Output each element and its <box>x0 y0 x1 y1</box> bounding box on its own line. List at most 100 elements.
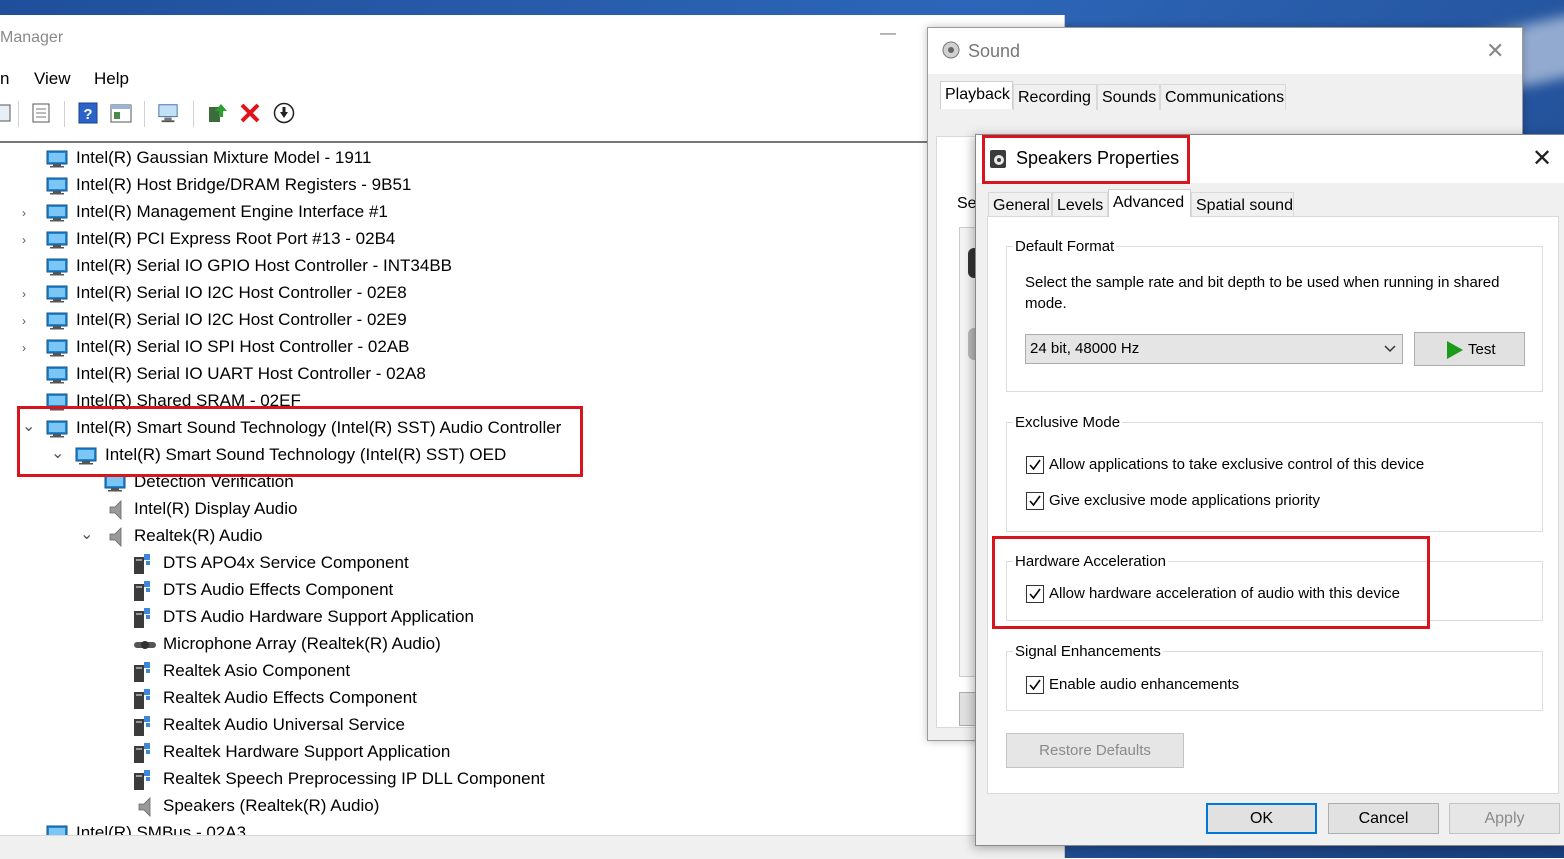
tree-row-label: Realtek Speech Preprocessing IP DLL Comp… <box>163 769 545 788</box>
tree-row[interactable]: Realtek Asio Component <box>0 658 920 685</box>
expand-chevron-icon[interactable]: › <box>22 206 32 220</box>
tab-general[interactable]: General <box>988 192 1052 218</box>
tree-row[interactable]: DTS Audio Effects Component <box>0 577 920 604</box>
tree-row[interactable]: DTS APO4x Service Component <box>0 550 920 577</box>
device-manager-title: Manager <box>0 29 64 46</box>
tree-row[interactable]: Microphone Array (Realtek(R) Audio) <box>0 631 920 658</box>
monitor-icon <box>46 285 68 303</box>
tree-row[interactable]: Speakers (Realtek(R) Audio) <box>0 793 920 820</box>
tree-row-label: Intel(R) Serial IO I2C Host Controller -… <box>76 283 407 302</box>
tab-spatial-sound[interactable]: Spatial sound <box>1191 192 1294 218</box>
tree-row[interactable]: › Intel(R) Serial IO I2C Host Controller … <box>0 280 920 307</box>
scan-hardware-icon[interactable] <box>157 102 179 124</box>
tree-row[interactable]: Realtek Audio Universal Service <box>0 712 920 739</box>
minimize-button[interactable]: — <box>880 25 896 43</box>
menu-help[interactable]: Help <box>94 69 129 89</box>
tree-row[interactable]: Intel(R) Gaussian Mixture Model - 1911 <box>0 145 920 172</box>
component-icon <box>133 769 151 791</box>
tree-row[interactable]: Realtek Audio Effects Component <box>0 685 920 712</box>
tree-row[interactable]: Realtek Speech Preprocessing IP DLL Comp… <box>0 766 920 793</box>
advanced-panel: Default Format Select the sample rate an… <box>987 216 1559 794</box>
tree-row[interactable]: DTS Audio Hardware Support Application <box>0 604 920 631</box>
tab-communications[interactable]: Communications <box>1160 84 1286 110</box>
toolbar-separator <box>64 101 65 127</box>
tree-row-label: Intel(R) Display Audio <box>134 499 298 518</box>
expand-chevron-icon[interactable]: › <box>22 314 32 328</box>
sample-rate-dropdown[interactable]: 24 bit, 48000 Hz <box>1025 334 1403 364</box>
highlight-box-hw-accel <box>992 536 1430 629</box>
tab-advanced[interactable]: Advanced <box>1108 189 1191 217</box>
exclusive-mode-title: Exclusive Mode <box>1013 414 1123 431</box>
tree-row[interactable]: › Intel(R) Serial IO SPI Host Controller … <box>0 334 920 361</box>
sound-titlebar: Sound ✕ <box>928 28 1522 74</box>
exclusive-mode-group <box>1006 422 1543 532</box>
expand-chevron-icon[interactable]: › <box>22 233 32 247</box>
microphone-icon <box>133 637 157 653</box>
tree-row-label: Realtek Audio Effects Component <box>163 688 417 707</box>
tree-row-label: Microphone Array (Realtek(R) Audio) <box>163 634 441 653</box>
playback-instruction: Se <box>957 195 977 212</box>
apply-button[interactable]: Apply <box>1449 803 1560 834</box>
tree-row-label: DTS Audio Hardware Support Application <box>163 607 474 626</box>
speaker-icon <box>942 41 960 59</box>
monitor-icon <box>46 366 68 384</box>
test-button[interactable]: Test <box>1414 332 1525 366</box>
ok-button[interactable]: OK <box>1206 803 1317 834</box>
collapse-chevron-icon[interactable]: ⌄ <box>80 524 93 543</box>
tree-row[interactable]: ⌄ Realtek(R) Audio <box>0 523 920 550</box>
close-button[interactable]: ✕ <box>1486 38 1504 64</box>
tree-row-label: Intel(R) Host Bridge/DRAM Registers - 9B… <box>76 175 412 194</box>
cancel-button[interactable]: Cancel <box>1328 803 1439 834</box>
tab-sounds[interactable]: Sounds <box>1097 84 1160 110</box>
checkmark-icon <box>1029 495 1041 507</box>
audio-enhancements-checkbox[interactable] <box>1026 676 1044 694</box>
tree-row[interactable]: Intel(R) Serial IO GPIO Host Controller … <box>0 253 920 280</box>
monitor-icon <box>46 204 68 222</box>
restore-defaults-button[interactable]: Restore Defaults <box>1006 733 1184 768</box>
toolbar-separator <box>193 101 194 127</box>
help-icon[interactable]: ? <box>77 102 99 124</box>
tree-row-label: Intel(R) Gaussian Mixture Model - 1911 <box>76 148 372 167</box>
chevron-down-icon <box>1384 345 1396 353</box>
tree-row[interactable]: Intel(R) Host Bridge/DRAM Registers - 9B… <box>0 172 920 199</box>
download-icon[interactable] <box>273 102 295 124</box>
properties-icon[interactable] <box>30 102 52 124</box>
tree-row[interactable]: › Intel(R) Management Engine Interface #1 <box>0 199 920 226</box>
menu-action[interactable]: n <box>0 69 9 89</box>
highlight-box-sst <box>17 406 583 477</box>
test-label: Test <box>1468 341 1496 358</box>
component-icon <box>133 661 151 683</box>
play-icon <box>1447 341 1463 359</box>
tab-recording[interactable]: Recording <box>1013 84 1097 110</box>
audio-enhancements-label: Enable audio enhancements <box>1049 676 1240 693</box>
tree-row[interactable]: Intel(R) Display Audio <box>0 496 920 523</box>
tree-row-label: Intel(R) Serial IO SPI Host Controller -… <box>76 337 410 356</box>
component-icon <box>133 715 151 737</box>
toolbar-separator <box>144 101 145 127</box>
tree-row-label: Realtek Audio Universal Service <box>163 715 405 734</box>
update-driver-icon[interactable] <box>206 102 228 124</box>
default-format-group <box>1006 246 1543 392</box>
tree-row-label: Intel(R) Management Engine Interface #1 <box>76 202 388 221</box>
tab-playback[interactable]: Playback <box>940 81 1013 109</box>
tree-row[interactable]: Intel(R) Serial IO UART Host Controller … <box>0 361 920 388</box>
exclusive-priority-checkbox[interactable] <box>1026 492 1044 510</box>
expand-chevron-icon[interactable]: › <box>22 341 32 355</box>
speaker-icon <box>108 500 124 520</box>
signal-enhancements-title: Signal Enhancements <box>1013 643 1163 660</box>
tree-row[interactable]: › Intel(R) Serial IO I2C Host Controller … <box>0 307 920 334</box>
close-button[interactable]: ✕ <box>1532 144 1552 173</box>
view-icon[interactable] <box>110 102 132 124</box>
monitor-icon <box>46 339 68 357</box>
tab-levels[interactable]: Levels <box>1052 192 1108 218</box>
menu-view[interactable]: View <box>34 69 71 89</box>
speaker-icon <box>137 797 153 817</box>
tree-row[interactable]: Realtek Hardware Support Application <box>0 739 920 766</box>
expand-chevron-icon[interactable]: › <box>22 287 32 301</box>
monitor-icon <box>46 258 68 276</box>
tree-row[interactable]: › Intel(R) PCI Express Root Port #13 - 02… <box>0 226 920 253</box>
uninstall-icon[interactable] <box>239 102 261 124</box>
allow-exclusive-checkbox[interactable] <box>1026 456 1044 474</box>
back-icon[interactable] <box>0 102 14 124</box>
monitor-icon <box>46 177 68 195</box>
